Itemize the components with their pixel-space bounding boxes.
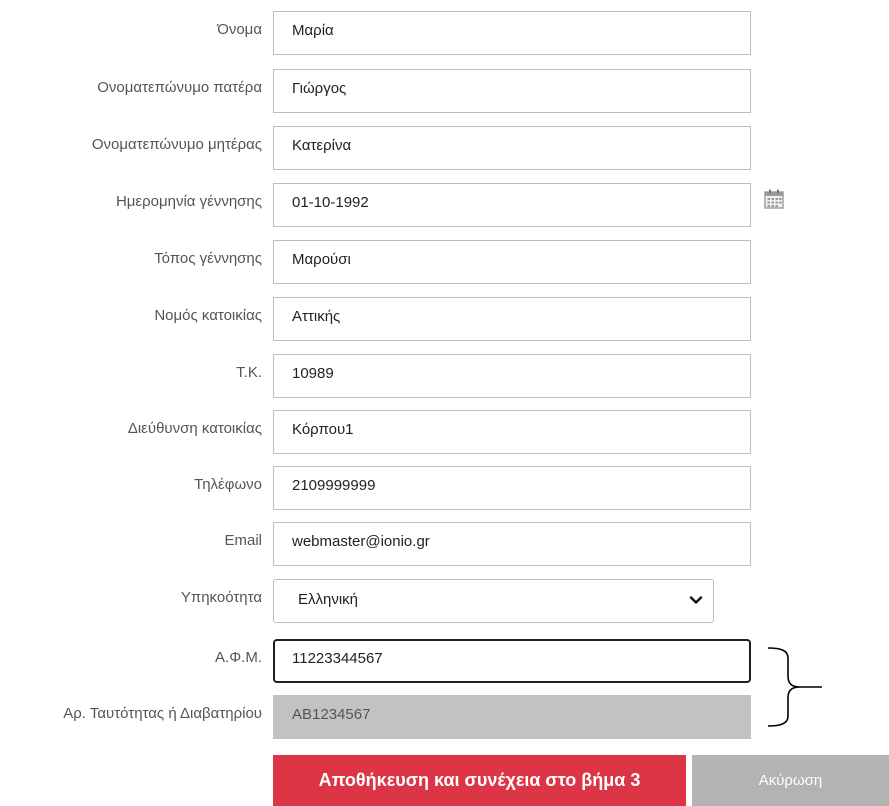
postal-code-label: Τ.Κ. <box>236 364 262 381</box>
id-number-input: AB1234567 <box>273 695 751 739</box>
mother-name-label: Ονοματεπώνυμο μητέρας <box>91 136 262 153</box>
postal-code-input[interactable]: 10989 <box>273 354 751 398</box>
save-and-continue-button[interactable]: Αποθήκευση και συνέχεια στο βήμα 3 <box>273 755 686 806</box>
birth-place-input[interactable]: Μαρούσι <box>273 240 751 284</box>
chevron-down-icon <box>689 596 703 604</box>
curly-brace-annotation <box>767 647 822 727</box>
afm-input[interactable]: 11223344567 <box>273 639 751 683</box>
citizenship-select[interactable]: Ελληνική <box>273 579 714 623</box>
form-row-first-name: Όνομα Μαρία <box>0 11 889 55</box>
form-row-birth-place: Τόπος γέννησης Μαρούσι <box>0 240 889 284</box>
email-input[interactable]: webmaster@ionio.gr <box>273 522 751 566</box>
first-name-input[interactable]: Μαρία <box>273 11 751 55</box>
cancel-button[interactable]: Ακύρωση <box>692 755 889 806</box>
address-label: Διεύθυνση κατοικίας <box>127 420 262 437</box>
prefecture-label: Νομός κατοικίας <box>154 307 262 324</box>
phone-label: Τηλέφωνο <box>194 476 262 493</box>
id-number-label: Αρ. Ταυτότητας ή Διαβατηρίου <box>63 705 262 722</box>
form-row-mother-name: Ονοματεπώνυμο μητέρας Κατερίνα <box>0 126 889 170</box>
birth-place-label: Τόπος γέννησης <box>154 250 262 267</box>
form-row-phone: Τηλέφωνο 2109999999 <box>0 466 889 510</box>
form-row-postal-code: Τ.Κ. 10989 <box>0 354 889 398</box>
prefecture-input[interactable]: Αττικής <box>273 297 751 341</box>
form-row-father-name: Ονοματεπώνυμο πατέρα Γιώργος <box>0 69 889 113</box>
form-row-id-number: Αρ. Ταυτότητας ή Διαβατηρίου AB1234567 <box>0 695 889 739</box>
phone-input[interactable]: 2109999999 <box>273 466 751 510</box>
citizenship-label: Υπηκοότητα <box>180 589 262 606</box>
form-row-birth-date: Ημερομηνία γέννησης 01-10-1992 <box>0 183 889 227</box>
afm-label: Α.Φ.Μ. <box>215 649 262 666</box>
form-row-afm: Α.Φ.Μ. 11223344567 <box>0 639 889 683</box>
birth-date-label: Ημερομηνία γέννησης <box>115 193 262 210</box>
form-row-prefecture: Νομός κατοικίας Αττικής <box>0 297 889 341</box>
citizenship-selected-value: Ελληνική <box>298 591 359 608</box>
birth-date-input[interactable]: 01-10-1992 <box>273 183 751 227</box>
form-row-address: Διεύθυνση κατοικίας Κόρπου1 <box>0 410 889 454</box>
father-name-input[interactable]: Γιώργος <box>273 69 751 113</box>
email-label: Email <box>224 532 262 549</box>
mother-name-input[interactable]: Κατερίνα <box>273 126 751 170</box>
first-name-label: Όνομα <box>217 21 262 38</box>
form-row-citizenship: Υπηκοότητα Ελληνική <box>0 579 889 623</box>
father-name-label: Ονοματεπώνυμο πατέρα <box>97 79 262 96</box>
calendar-icon[interactable] <box>763 188 785 210</box>
address-input[interactable]: Κόρπου1 <box>273 410 751 454</box>
form-row-email: Email webmaster@ionio.gr <box>0 522 889 566</box>
